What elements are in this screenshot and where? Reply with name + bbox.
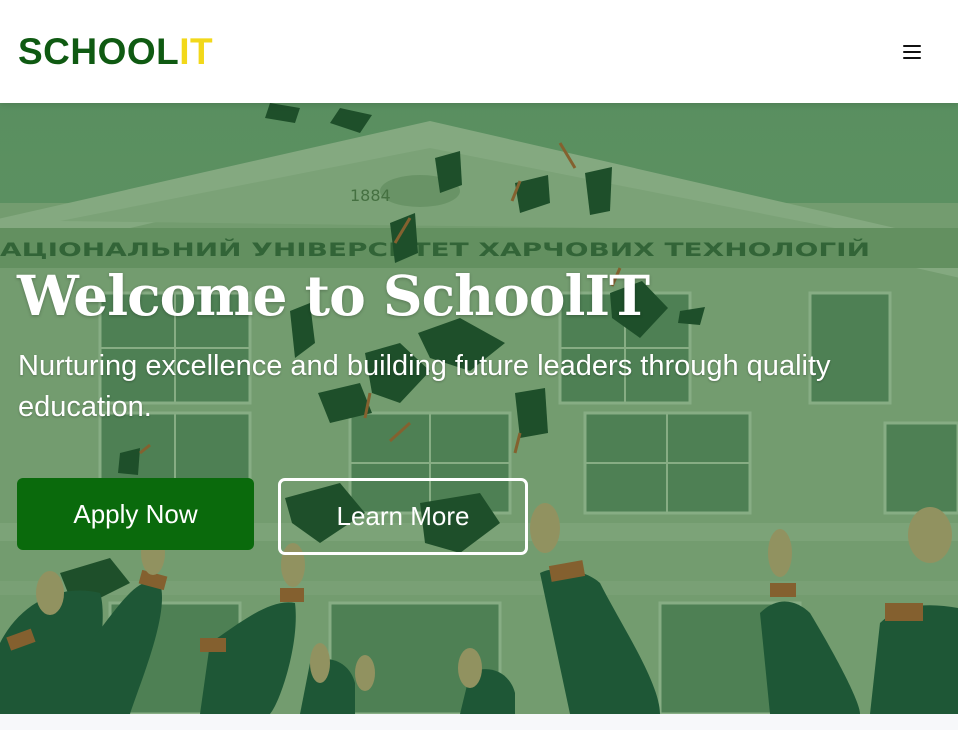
- hero-title: Welcome to SchoolIT: [17, 263, 650, 328]
- section-divider: [0, 714, 958, 730]
- logo-text-school: SCHOOL: [18, 31, 180, 72]
- hero-section: 1884 АЦІОНАЛЬНИЙ УНІВЕРСИТЕТ ХАРЧОВИХ ТЕ…: [0, 103, 958, 714]
- site-header: SCHOOLIT: [0, 0, 958, 103]
- hamburger-menu-icon[interactable]: [903, 44, 921, 60]
- logo-text-it: IT: [179, 31, 214, 72]
- hero-subtitle: Nurturing excellence and building future…: [18, 350, 831, 423]
- learn-more-button[interactable]: Learn More: [278, 478, 528, 555]
- site-logo[interactable]: SCHOOLIT: [18, 33, 213, 70]
- apply-now-button[interactable]: Apply Now: [17, 478, 254, 550]
